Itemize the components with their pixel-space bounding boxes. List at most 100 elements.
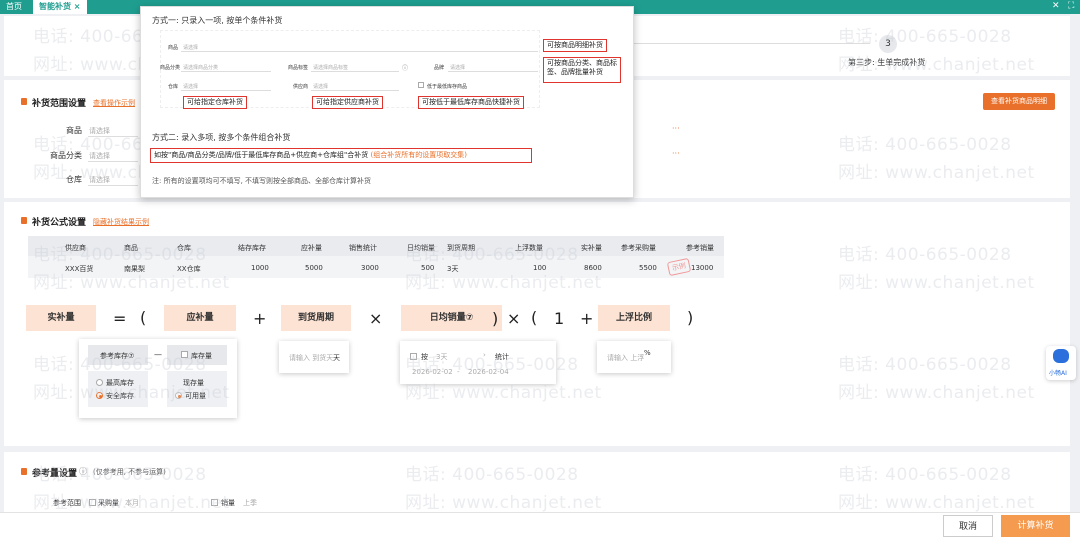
float-unit: % xyxy=(644,349,651,357)
watermark-phone: 电话: 400-665-0028 xyxy=(838,27,1012,47)
p-underline xyxy=(181,51,538,52)
watermark-phone: 电话: 400-665-0028 xyxy=(838,465,1012,485)
scope-example-link[interactable]: 查看操作示例 xyxy=(93,98,135,108)
p-label-product: 商品 xyxy=(168,45,179,51)
fullscreen-icon[interactable]: ⛶ xyxy=(1068,1,1074,11)
p-input-tag[interactable]: 请选择商品标签 xyxy=(313,64,348,71)
reference-section-icon xyxy=(21,468,27,475)
col-actual: 实补量 xyxy=(581,244,602,252)
p-label-supplier: 供应商 xyxy=(293,84,309,90)
way2-title: 方式二: 录入多项, 按多个条件组合补货 xyxy=(152,133,291,142)
col-sales: 销售统计 xyxy=(349,244,377,252)
watermark-site: 网址: www.chanjet.net xyxy=(405,493,602,513)
watermark-site: 网址: www.chanjet.net xyxy=(838,493,1035,513)
watermark-phone: 电话: 400-665-0028 xyxy=(33,245,207,265)
watermark-site: 网址: www.chanjet.net xyxy=(405,383,602,403)
ann-category: 可按商品分类、商品标签、品牌批量补货 xyxy=(543,57,621,83)
more-dots-icon[interactable]: ··· xyxy=(672,149,680,158)
combo-note: (组合补货所有的设置项取交集) xyxy=(370,151,467,159)
ann-combo: 如按"商品/商品分类/品牌/低于最低库存商品+供应商+仓库组"合补货 (组合补货… xyxy=(150,148,532,163)
watermark-phone: 电话: 400-665-0028 xyxy=(405,245,579,265)
tab-smart-restock[interactable]: 智能补货 × xyxy=(33,0,87,14)
footer-bar xyxy=(0,512,1080,538)
ai-assistant-label: 小畅AI xyxy=(1049,370,1067,377)
formula-should-qty[interactable]: 应补量 xyxy=(164,305,236,331)
col-stock: 结存库存 xyxy=(238,244,266,252)
formula-title: 补货公式设置 xyxy=(32,218,87,228)
hide-example-link[interactable]: 隐藏补货结果示例 xyxy=(93,217,149,227)
steps-line xyxy=(600,43,870,44)
formula-float-ratio[interactable]: 上浮比例 xyxy=(598,305,670,331)
watermark-site: 网址: www.chanjet.net xyxy=(33,273,230,293)
tab-smart-restock-label: 智能补货 xyxy=(39,2,71,11)
cell: 5000 xyxy=(305,264,323,272)
p-input-warehouse[interactable]: 请选择 xyxy=(183,83,198,90)
watermark-phone: 电话: 400-665-0028 xyxy=(33,465,207,485)
float-input[interactable]: 请输入 上浮 xyxy=(607,353,644,363)
scope-title: 补货范围设置 xyxy=(32,99,87,109)
watermark-site: 网址: www.chanjet.net xyxy=(838,55,1035,75)
combo-text: 如按"商品/商品分类/品牌/低于最低库存商品+供应商+仓库组"合补货 xyxy=(154,151,369,159)
watermark-phone: 电话: 400-665-0028 xyxy=(33,355,207,375)
cycle-input[interactable]: 请输入 到货天 xyxy=(289,353,333,363)
col-should: 应补量 xyxy=(301,244,322,252)
tab-close-icon[interactable]: × xyxy=(74,2,81,11)
formula-actual-qty: 实补量 xyxy=(26,305,96,331)
cell: 1000 xyxy=(251,264,269,272)
formula-section-icon xyxy=(21,217,27,224)
col-ref-sales: 参考销量 xyxy=(686,244,714,252)
cell: 3000 xyxy=(361,264,379,272)
popup-note: 注: 所有的设置项均可不填写, 不填写则按全部商品、全部仓库计算补货 xyxy=(152,177,372,185)
cell: 13000 xyxy=(691,264,714,272)
low-stock-checkbox[interactable] xyxy=(418,82,424,88)
more-dots-icon[interactable]: ··· xyxy=(672,124,680,133)
ann-supplier: 可给指定供应商补货 xyxy=(312,96,383,109)
watermark-site: 网址: www.chanjet.net xyxy=(838,273,1035,293)
formula-eq: = xyxy=(113,309,127,328)
formula-plus: + xyxy=(253,309,267,328)
formula-plus2: + xyxy=(580,309,594,328)
formula-arrival-cycle[interactable]: 到货周期 xyxy=(281,305,351,331)
way1-title: 方式一: 只录入一项, 按单个条件补货 xyxy=(152,16,283,25)
formula-lparen: ( xyxy=(140,308,147,327)
formula-lparen2: ( xyxy=(531,308,538,327)
p-input-brand[interactable]: 请选择 xyxy=(450,64,465,71)
p-underline xyxy=(181,90,271,91)
scope-underline xyxy=(88,185,138,186)
watermark-site: 网址: www.chanjet.net xyxy=(838,383,1035,403)
watermark-site: 网址: www.chanjet.net xyxy=(33,493,230,513)
p-label-category: 商品分类 xyxy=(160,65,181,71)
p-underline xyxy=(311,71,399,72)
cancel-button[interactable]: 取消 xyxy=(943,515,993,537)
tab-home[interactable]: 首页 xyxy=(6,1,22,12)
calculate-button[interactable]: 计算补货 xyxy=(1001,515,1070,537)
ann-detail: 可按商品明细补货 xyxy=(543,39,607,52)
formula-daily-sales[interactable]: 日均销量⑦ xyxy=(401,305,502,331)
p-label-warehouse: 仓库 xyxy=(168,84,179,90)
cycle-unit: 天 xyxy=(333,354,340,362)
col-ref-purchase: 参考采购量 xyxy=(621,244,656,252)
cell: 5500 xyxy=(639,264,657,272)
sales-period-select[interactable]: 上季 xyxy=(243,498,257,508)
formula-rparen: ) xyxy=(492,309,499,328)
formula-times: × xyxy=(369,309,383,328)
close-window-icon[interactable]: ✕ xyxy=(1052,1,1060,11)
robot-icon xyxy=(1053,349,1069,363)
watermark-phone: 电话: 400-665-0028 xyxy=(405,465,579,485)
watermark-site: 网址: www.chanjet.net xyxy=(33,383,230,403)
p-input-supplier[interactable]: 请选择 xyxy=(313,83,328,90)
formula-rparen2: ) xyxy=(687,308,694,327)
p-underline xyxy=(448,71,538,72)
p-label-tag: 商品标签 xyxy=(288,65,309,71)
scope-section-icon xyxy=(21,98,27,105)
watermark-site: 网址: www.chanjet.net xyxy=(405,273,602,293)
p-underline xyxy=(181,71,271,72)
formula-one: 1 xyxy=(554,309,565,328)
view-detail-button[interactable]: 查看补货商品明细 xyxy=(983,93,1055,110)
help-icon[interactable]: ⓘ xyxy=(402,63,408,72)
watermark-phone: 电话: 400-665-0028 xyxy=(405,355,579,375)
p-label-brand: 品牌 xyxy=(434,65,445,71)
p-input-product[interactable]: 请选择 xyxy=(183,44,198,51)
p-underline xyxy=(311,90,399,91)
p-input-category[interactable]: 请选择商品分类 xyxy=(183,64,218,71)
